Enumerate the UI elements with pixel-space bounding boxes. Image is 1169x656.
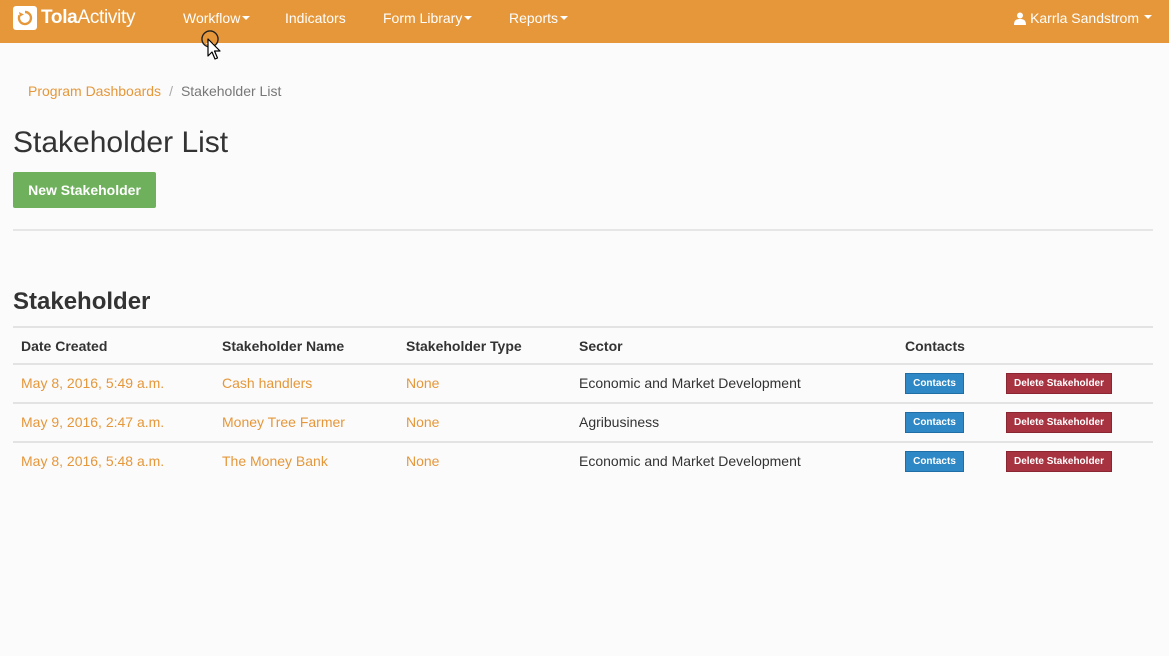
user-menu-dropdown[interactable]: Karrla Sandstrom	[1014, 10, 1152, 26]
delete-stakeholder-button[interactable]: Delete Stakeholder	[1006, 412, 1112, 433]
user-icon	[1014, 12, 1027, 25]
column-header-stakeholder-type: Stakeholder Type	[406, 338, 522, 354]
brand-name-bold: Tola	[41, 7, 78, 28]
nav-indicators[interactable]: Indicators	[285, 10, 346, 26]
stakeholder-type-link[interactable]: None	[406, 453, 439, 469]
new-stakeholder-button[interactable]: New Stakeholder	[13, 172, 156, 208]
stakeholder-name-link[interactable]: Money Tree Farmer	[222, 414, 345, 430]
tola-logo-icon	[13, 6, 37, 30]
column-header-date-created: Date Created	[21, 338, 108, 354]
caret-down-icon	[464, 16, 473, 21]
caret-down-icon	[560, 16, 569, 21]
nav-form-library-label: Form Library	[383, 10, 463, 26]
top-navbar: Tola Activity Workflow Indicators Form Li…	[0, 0, 1169, 43]
column-header-sector: Sector	[579, 338, 623, 354]
contacts-button[interactable]: Contacts	[905, 412, 964, 433]
date-created-link[interactable]: May 9, 2016, 2:47 a.m.	[21, 414, 164, 430]
page-title: Stakeholder List	[13, 126, 229, 159]
row-border	[13, 402, 1153, 404]
brand-logo[interactable]: Tola Activity	[13, 6, 136, 30]
date-created-link[interactable]: May 8, 2016, 5:49 a.m.	[21, 375, 164, 391]
nav-reports-label: Reports	[509, 10, 559, 26]
stakeholder-name-link[interactable]: The Money Bank	[222, 453, 328, 469]
caret-down-icon	[1144, 15, 1152, 19]
divider	[13, 229, 1153, 231]
nav-indicators-label: Indicators	[285, 10, 346, 26]
stakeholder-type-link[interactable]: None	[406, 375, 439, 391]
nav-reports-dropdown[interactable]: Reports	[509, 10, 569, 26]
column-header-contacts: Contacts	[905, 338, 965, 354]
table-header-border	[13, 363, 1153, 365]
contacts-button[interactable]: Contacts	[905, 373, 964, 394]
stakeholder-type-link[interactable]: None	[406, 414, 439, 430]
caret-down-icon	[242, 16, 251, 21]
stakeholder-name-link[interactable]: Cash handlers	[222, 375, 312, 391]
nav-workflow-dropdown[interactable]: Workflow	[183, 10, 251, 26]
user-name-label: Karrla Sandstrom	[1030, 10, 1139, 26]
delete-stakeholder-button[interactable]: Delete Stakeholder	[1006, 451, 1112, 472]
mouse-cursor-icon	[201, 30, 221, 60]
delete-stakeholder-button[interactable]: Delete Stakeholder	[1006, 373, 1112, 394]
breadcrumb-program-dashboards[interactable]: Program Dashboards	[28, 83, 161, 99]
brand-name-light: Activity	[77, 7, 136, 28]
sector-cell: Economic and Market Development	[579, 453, 801, 469]
breadcrumb-current: Stakeholder List	[180, 83, 282, 99]
column-header-stakeholder-name: Stakeholder Name	[222, 338, 345, 354]
contacts-button[interactable]: Contacts	[905, 451, 964, 472]
row-border	[13, 441, 1153, 443]
date-created-link[interactable]: May 8, 2016, 5:48 a.m.	[21, 453, 164, 469]
nav-workflow-label: Workflow	[183, 10, 241, 26]
nav-form-library-dropdown[interactable]: Form Library	[383, 10, 473, 26]
sector-cell: Agribusiness	[579, 414, 660, 430]
breadcrumb: Program Dashboards / Stakeholder List	[28, 83, 281, 99]
section-title: Stakeholder	[13, 288, 151, 315]
table-top-border	[13, 326, 1153, 328]
breadcrumb-separator: /	[169, 83, 173, 99]
sector-cell: Economic and Market Development	[579, 375, 801, 391]
